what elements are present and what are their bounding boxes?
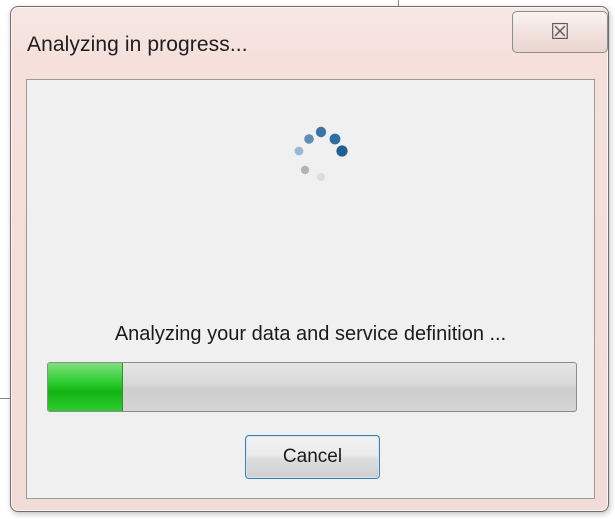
spinner-dot bbox=[315, 126, 327, 138]
close-button[interactable]: ☒ bbox=[512, 11, 608, 53]
dialog-titlebar[interactable]: Analyzing in progress... ☒ bbox=[11, 7, 608, 79]
close-icon: ☒ bbox=[550, 19, 570, 44]
spinner-dot bbox=[304, 134, 314, 144]
status-message: Analyzing your data and service definiti… bbox=[114, 323, 507, 345]
progress-fill bbox=[48, 363, 123, 411]
spinner-dot bbox=[336, 145, 348, 157]
spinner-dot bbox=[317, 173, 325, 181]
cancel-button[interactable]: Cancel bbox=[245, 435, 380, 479]
loading-spinner-icon bbox=[294, 126, 348, 181]
progress-bar bbox=[47, 362, 577, 412]
analyzing-dialog: Analyzing in progress... ☒ Analyzing you… bbox=[10, 6, 609, 512]
spinner-dot bbox=[329, 133, 341, 145]
spinner-dot bbox=[294, 146, 304, 156]
dialog-content: Analyzing your data and service definiti… bbox=[26, 79, 595, 499]
spinner-dot bbox=[300, 165, 310, 175]
dialog-title: Analyzing in progress... bbox=[27, 33, 248, 56]
